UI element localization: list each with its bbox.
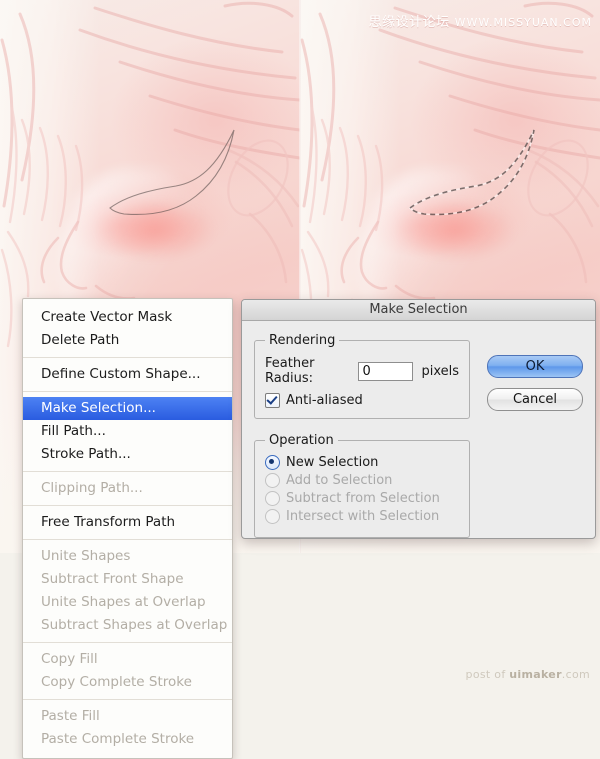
- watermark-bottom-prefix: post of: [465, 668, 510, 681]
- operation-option-label: Intersect with Selection: [286, 509, 440, 524]
- menu-item-unite-shapes: Unite Shapes: [41, 548, 131, 564]
- radio-indicator: [265, 509, 280, 524]
- rendering-legend: Rendering: [269, 333, 336, 348]
- dialog-body: Rendering Feather Radius: pixels Anti-al…: [242, 321, 595, 538]
- menu-item-unite-shapes-at-overlap: Unite Shapes at Overlap: [41, 594, 206, 610]
- menu-separator: [23, 471, 232, 472]
- operation-option-add-to-selection: Add to Selection: [265, 473, 459, 488]
- feather-radius-units: pixels: [421, 363, 459, 379]
- operation-option-label: Add to Selection: [286, 473, 393, 488]
- menu-group: Create Vector Mask Delete Path: [23, 304, 232, 354]
- feather-radius-label: Feather Radius:: [265, 356, 315, 386]
- menu-item-delete-path[interactable]: Delete Path: [23, 329, 232, 352]
- menu-item-define-custom-shape[interactable]: Define Custom Shape...: [23, 363, 232, 386]
- menu-separator: [23, 699, 232, 700]
- anti-aliased-checkbox[interactable]: [265, 393, 280, 408]
- watermark-top: 思缘设计论坛 WWW.MISSYUAN.COM: [369, 11, 592, 30]
- path-context-menu[interactable]: Create Vector Mask Delete Path Define Cust…: [22, 298, 233, 759]
- menu-separator: [23, 391, 232, 392]
- menu-separator: [23, 539, 232, 540]
- operation-option-intersect-with-selection: Intersect with Selection: [265, 509, 459, 524]
- menu-item-stroke-path[interactable]: Stroke Path...: [23, 443, 232, 466]
- menu-item-create-vector-mask[interactable]: Create Vector Mask: [23, 306, 232, 329]
- radio-indicator: [265, 473, 280, 488]
- menu-item-clipping-path: Clipping Path...: [41, 480, 143, 496]
- menu-item-paste-fill: Paste Fill: [41, 708, 100, 724]
- operation-option-label: New Selection: [286, 455, 379, 470]
- menu-group: Paste Fill Paste Complete Stroke: [23, 703, 232, 753]
- cancel-button[interactable]: Cancel: [487, 388, 583, 411]
- make-selection-dialog: Make Selection Rendering Feather Radius:…: [241, 299, 596, 539]
- radio-indicator: [265, 491, 280, 506]
- menu-group: Unite Shapes Subtract Front Shape Unite Sh…: [23, 543, 232, 639]
- watermark-top-chinese: 思缘设计论坛: [368, 15, 450, 30]
- watermark-top-url: WWW.MISSYUAN.COM: [454, 16, 592, 29]
- menu-item-make-selection[interactable]: Make Selection...: [23, 397, 232, 420]
- menu-separator: [23, 357, 232, 358]
- rendering-group: Rendering Feather Radius: pixels Anti-al…: [254, 333, 470, 419]
- dialog-title: Make Selection: [242, 300, 595, 321]
- menu-item-fill-path[interactable]: Fill Path...: [23, 420, 232, 443]
- menu-group: Copy Fill Copy Complete Stroke: [23, 646, 232, 696]
- menu-group: Free Transform Path: [23, 509, 232, 536]
- menu-group: Define Custom Shape...: [23, 361, 232, 388]
- anti-aliased-row[interactable]: Anti-aliased: [265, 393, 459, 408]
- watermark-bottom-suffix: .com: [561, 668, 590, 681]
- operation-group: Operation New Selection Add to Selection S…: [254, 433, 470, 538]
- menu-item-subtract-front-shape: Subtract Front Shape: [41, 571, 184, 587]
- menu-separator: [23, 642, 232, 643]
- watermark-bottom-brand: uimaker: [509, 668, 562, 681]
- anti-aliased-label: Anti-aliased: [286, 393, 363, 408]
- menu-item-subtract-shapes-at-overlap: Subtract Shapes at Overlap: [41, 617, 228, 633]
- menu-separator: [23, 505, 232, 506]
- operation-legend: Operation: [269, 433, 334, 448]
- operation-option-new-selection[interactable]: New Selection: [265, 455, 459, 470]
- ok-button[interactable]: OK: [487, 355, 583, 378]
- menu-item-paste-complete-stroke: Paste Complete Stroke: [41, 731, 195, 747]
- operation-options: New Selection Add to Selection Subtract fr…: [265, 455, 459, 524]
- menu-item-copy-fill: Copy Fill: [41, 651, 98, 667]
- menu-group: Clipping Path...: [23, 475, 232, 502]
- menu-group: Make Selection... Fill Path... Stroke Path…: [23, 395, 232, 468]
- feather-radius-row: Feather Radius: pixels: [265, 356, 459, 386]
- menu-item-free-transform-path[interactable]: Free Transform Path: [23, 511, 232, 534]
- operation-option-label: Subtract from Selection: [286, 491, 440, 506]
- menu-item-copy-complete-stroke: Copy Complete Stroke: [41, 674, 192, 690]
- watermark-bottom: post of uimaker.com: [466, 668, 590, 681]
- radio-indicator[interactable]: [265, 455, 280, 470]
- dialog-buttons: OK Cancel: [487, 355, 583, 421]
- operation-option-subtract-from-selection: Subtract from Selection: [265, 491, 459, 506]
- feather-radius-input[interactable]: [358, 361, 414, 381]
